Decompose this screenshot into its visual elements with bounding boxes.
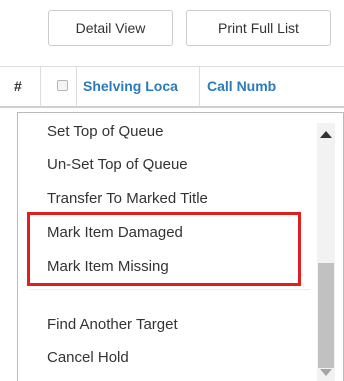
column-header-shelving-location[interactable]: Shelving Locatio (83, 78, 178, 94)
actions-dropdown-menu: Set Top of Queue Un-Set Top of Queue Tra… (17, 112, 344, 381)
menu-item-mark-item-missing[interactable]: Mark Item Missing (47, 258, 169, 276)
menu-scrollbar[interactable] (317, 123, 335, 381)
scrollbar-thumb[interactable] (318, 263, 334, 368)
menu-item-mark-item-damaged[interactable]: Mark Item Damaged (47, 224, 183, 242)
menu-divider (30, 289, 310, 290)
menu-item-find-another-target[interactable]: Find Another Target (47, 316, 178, 334)
column-header-number: # (14, 78, 22, 94)
menu-item-unset-top-of-queue[interactable]: Un-Set Top of Queue (47, 156, 188, 174)
column-divider (76, 67, 77, 106)
menu-item-transfer-to-marked-title[interactable]: Transfer To Marked Title (47, 190, 208, 208)
print-full-list-button[interactable]: Print Full List (186, 10, 331, 46)
column-divider (40, 67, 41, 106)
column-divider (199, 67, 200, 106)
table-header-row: # Shelving Locatio Call Numb (0, 66, 344, 108)
scroll-down-arrow-icon[interactable] (320, 369, 332, 376)
menu-item-set-top-of-queue[interactable]: Set Top of Queue (47, 123, 163, 141)
detail-view-button[interactable]: Detail View (48, 10, 173, 46)
select-all-checkbox[interactable] (57, 80, 68, 91)
column-header-call-number[interactable]: Call Numb (207, 78, 344, 94)
menu-item-cancel-hold[interactable]: Cancel Hold (47, 349, 129, 367)
scroll-up-arrow-icon[interactable] (320, 131, 332, 138)
